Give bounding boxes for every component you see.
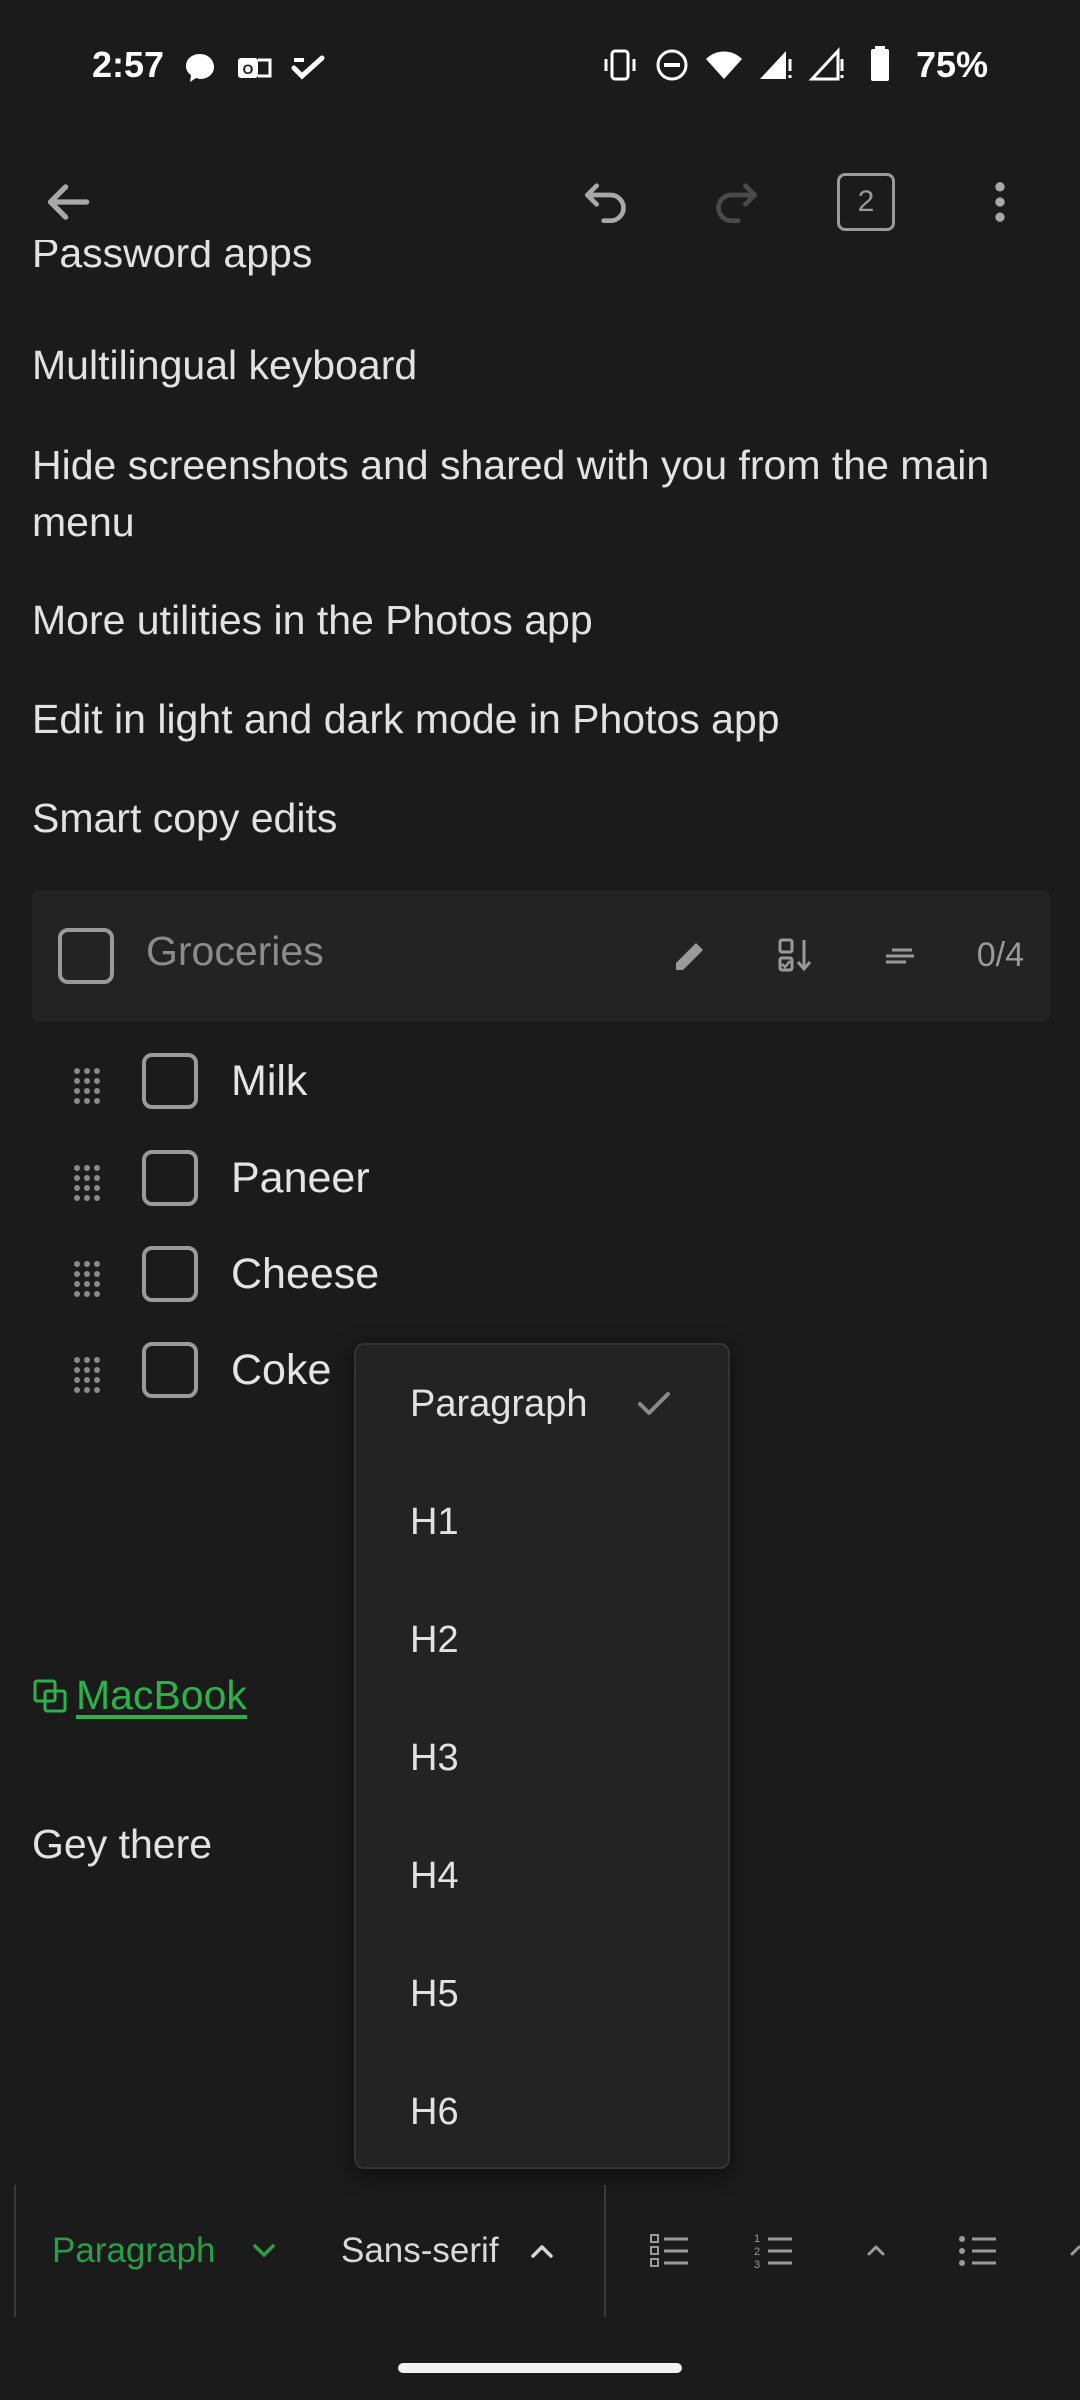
option-label: H4	[410, 1854, 459, 1897]
checklist-item: Paneer	[0, 1136, 1080, 1226]
checklist-icon	[650, 2234, 688, 2267]
item-label[interactable]: Coke	[231, 1346, 331, 1395]
paragraph-style-selector[interactable]: Paragraph	[52, 2231, 215, 2271]
link-text[interactable]: MacBook	[76, 1672, 247, 1719]
signal-icon	[759, 51, 792, 79]
option-label: H2	[410, 1618, 459, 1661]
option-label: Paragraph	[410, 1382, 588, 1425]
paragraph-dropdown-toggle[interactable]	[236, 2223, 292, 2279]
status-icons: 75%	[600, 44, 988, 86]
checklist-item: Cheese	[0, 1232, 1080, 1322]
svg-text:2: 2	[754, 2246, 760, 2258]
item-checkbox[interactable]	[142, 1053, 198, 1109]
formatting-toolbar: Paragraph Sans-serif 123	[0, 2185, 1080, 2317]
more-vert-icon	[995, 182, 1005, 222]
paragraph[interactable]: Multilingual keyboard	[32, 337, 1032, 394]
numbered-list-icon: 123	[754, 2233, 792, 2271]
numbered-list-button[interactable]: 123	[746, 2223, 802, 2279]
redo-button[interactable]	[704, 170, 768, 234]
font-dropdown-toggle[interactable]	[514, 2223, 570, 2279]
back-button[interactable]	[36, 170, 100, 234]
checklist-item: Milk	[0, 1039, 1080, 1129]
dropdown-option-h1[interactable]: H1	[356, 1463, 728, 1581]
home-indicator[interactable]	[398, 2363, 682, 2373]
item-checkbox[interactable]	[142, 1342, 198, 1398]
page-count: 2	[837, 173, 895, 231]
font-family-selector[interactable]: Sans-serif	[341, 2231, 499, 2271]
wifi-icon	[705, 51, 742, 79]
svg-text:O: O	[243, 61, 254, 77]
undo-icon	[585, 183, 626, 224]
chevron-up-icon	[1070, 2245, 1080, 2256]
bulleted-list-button[interactable]	[642, 2223, 698, 2279]
option-label: H5	[410, 1972, 459, 2015]
paragraph[interactable]: Edit in light and dark mode in Photos ap…	[32, 691, 1032, 748]
paragraph[interactable]: Hide screenshots and shared with you fro…	[32, 437, 1032, 551]
do-not-disturb-icon	[656, 49, 688, 81]
paragraph[interactable]: Password apps	[32, 240, 1032, 282]
item-label[interactable]: Milk	[231, 1057, 307, 1106]
checklist-title[interactable]: Groceries	[146, 928, 324, 975]
dropdown-option-h5[interactable]: H5	[356, 1935, 728, 2053]
chevron-down-icon	[253, 2244, 275, 2257]
vibrate-icon	[604, 49, 636, 81]
option-label: H1	[410, 1500, 459, 1543]
status-bar: 2:57 O 75%	[0, 0, 1080, 130]
chevron-up-icon	[867, 2245, 885, 2256]
item-label[interactable]: Paneer	[231, 1154, 370, 1203]
check-icon	[638, 1392, 670, 1415]
dropdown-option-h6[interactable]: H6	[356, 2053, 728, 2171]
bullet-list-button[interactable]	[950, 2223, 1006, 2279]
app-bar: 2	[0, 150, 1080, 250]
redo-icon	[716, 183, 757, 224]
drag-handle-icon[interactable]	[72, 1354, 102, 1394]
item-checkbox[interactable]	[142, 1150, 198, 1206]
item-checkbox[interactable]	[142, 1246, 198, 1302]
dropdown-option-h3[interactable]: H3	[356, 1699, 728, 1817]
more-toolbar-button[interactable]	[1052, 2223, 1080, 2279]
checklist-options-button[interactable]	[872, 928, 928, 984]
chat-notification-icon	[186, 54, 214, 82]
dropdown-option-h2[interactable]: H2	[356, 1581, 728, 1699]
outlook-notification-icon: O	[238, 58, 272, 78]
svg-text:1: 1	[754, 2233, 760, 2245]
linked-note-icon	[33, 1679, 67, 1712]
chevron-up-icon	[531, 2245, 553, 2258]
note-link[interactable]: MacBook	[32, 1672, 247, 1719]
battery-icon	[870, 46, 889, 81]
lines-icon	[886, 948, 914, 964]
sort-checked-icon	[778, 938, 812, 972]
pencil-icon	[676, 943, 703, 970]
collapse-toolbar-button[interactable]	[848, 2223, 904, 2279]
edit-checklist-button[interactable]	[662, 928, 718, 984]
item-label[interactable]: Cheese	[231, 1250, 379, 1299]
undo-button[interactable]	[574, 170, 638, 234]
toolbar-divider	[14, 2185, 16, 2317]
drag-handle-icon[interactable]	[72, 1162, 102, 1202]
dropdown-option-paragraph[interactable]: Paragraph	[356, 1345, 728, 1463]
notification-icons: O	[180, 48, 328, 88]
signal-2-icon	[808, 47, 844, 81]
checklist-header: Groceries 0/4	[32, 890, 1050, 1022]
status-time: 2:57	[92, 44, 165, 85]
block-type-dropdown: Paragraph H1 H2 H3 H4 H5 H6	[354, 1343, 730, 2169]
svg-text:3: 3	[754, 2259, 760, 2271]
tasks-notification-icon	[291, 55, 325, 80]
drag-handle-icon[interactable]	[72, 1065, 102, 1105]
page-count-button[interactable]: 2	[834, 170, 898, 234]
more-options-button[interactable]	[968, 170, 1032, 234]
battery-percent: 75%	[915, 44, 988, 85]
bullet-list-icon	[959, 2236, 996, 2266]
option-label: H3	[410, 1736, 459, 1779]
drag-handle-icon[interactable]	[72, 1258, 102, 1298]
dropdown-option-h4[interactable]: H4	[356, 1817, 728, 1935]
checklist-progress: 0/4	[976, 936, 1024, 974]
sort-checklist-button[interactable]	[768, 928, 824, 984]
back-arrow-icon	[47, 184, 90, 220]
option-label: H6	[410, 2090, 459, 2133]
paragraph[interactable]: Smart copy edits	[32, 790, 1032, 847]
toolbar-divider	[604, 2185, 606, 2317]
checklist-master-checkbox[interactable]	[58, 928, 114, 984]
paragraph[interactable]: More utilities in the Photos app	[32, 592, 1032, 649]
